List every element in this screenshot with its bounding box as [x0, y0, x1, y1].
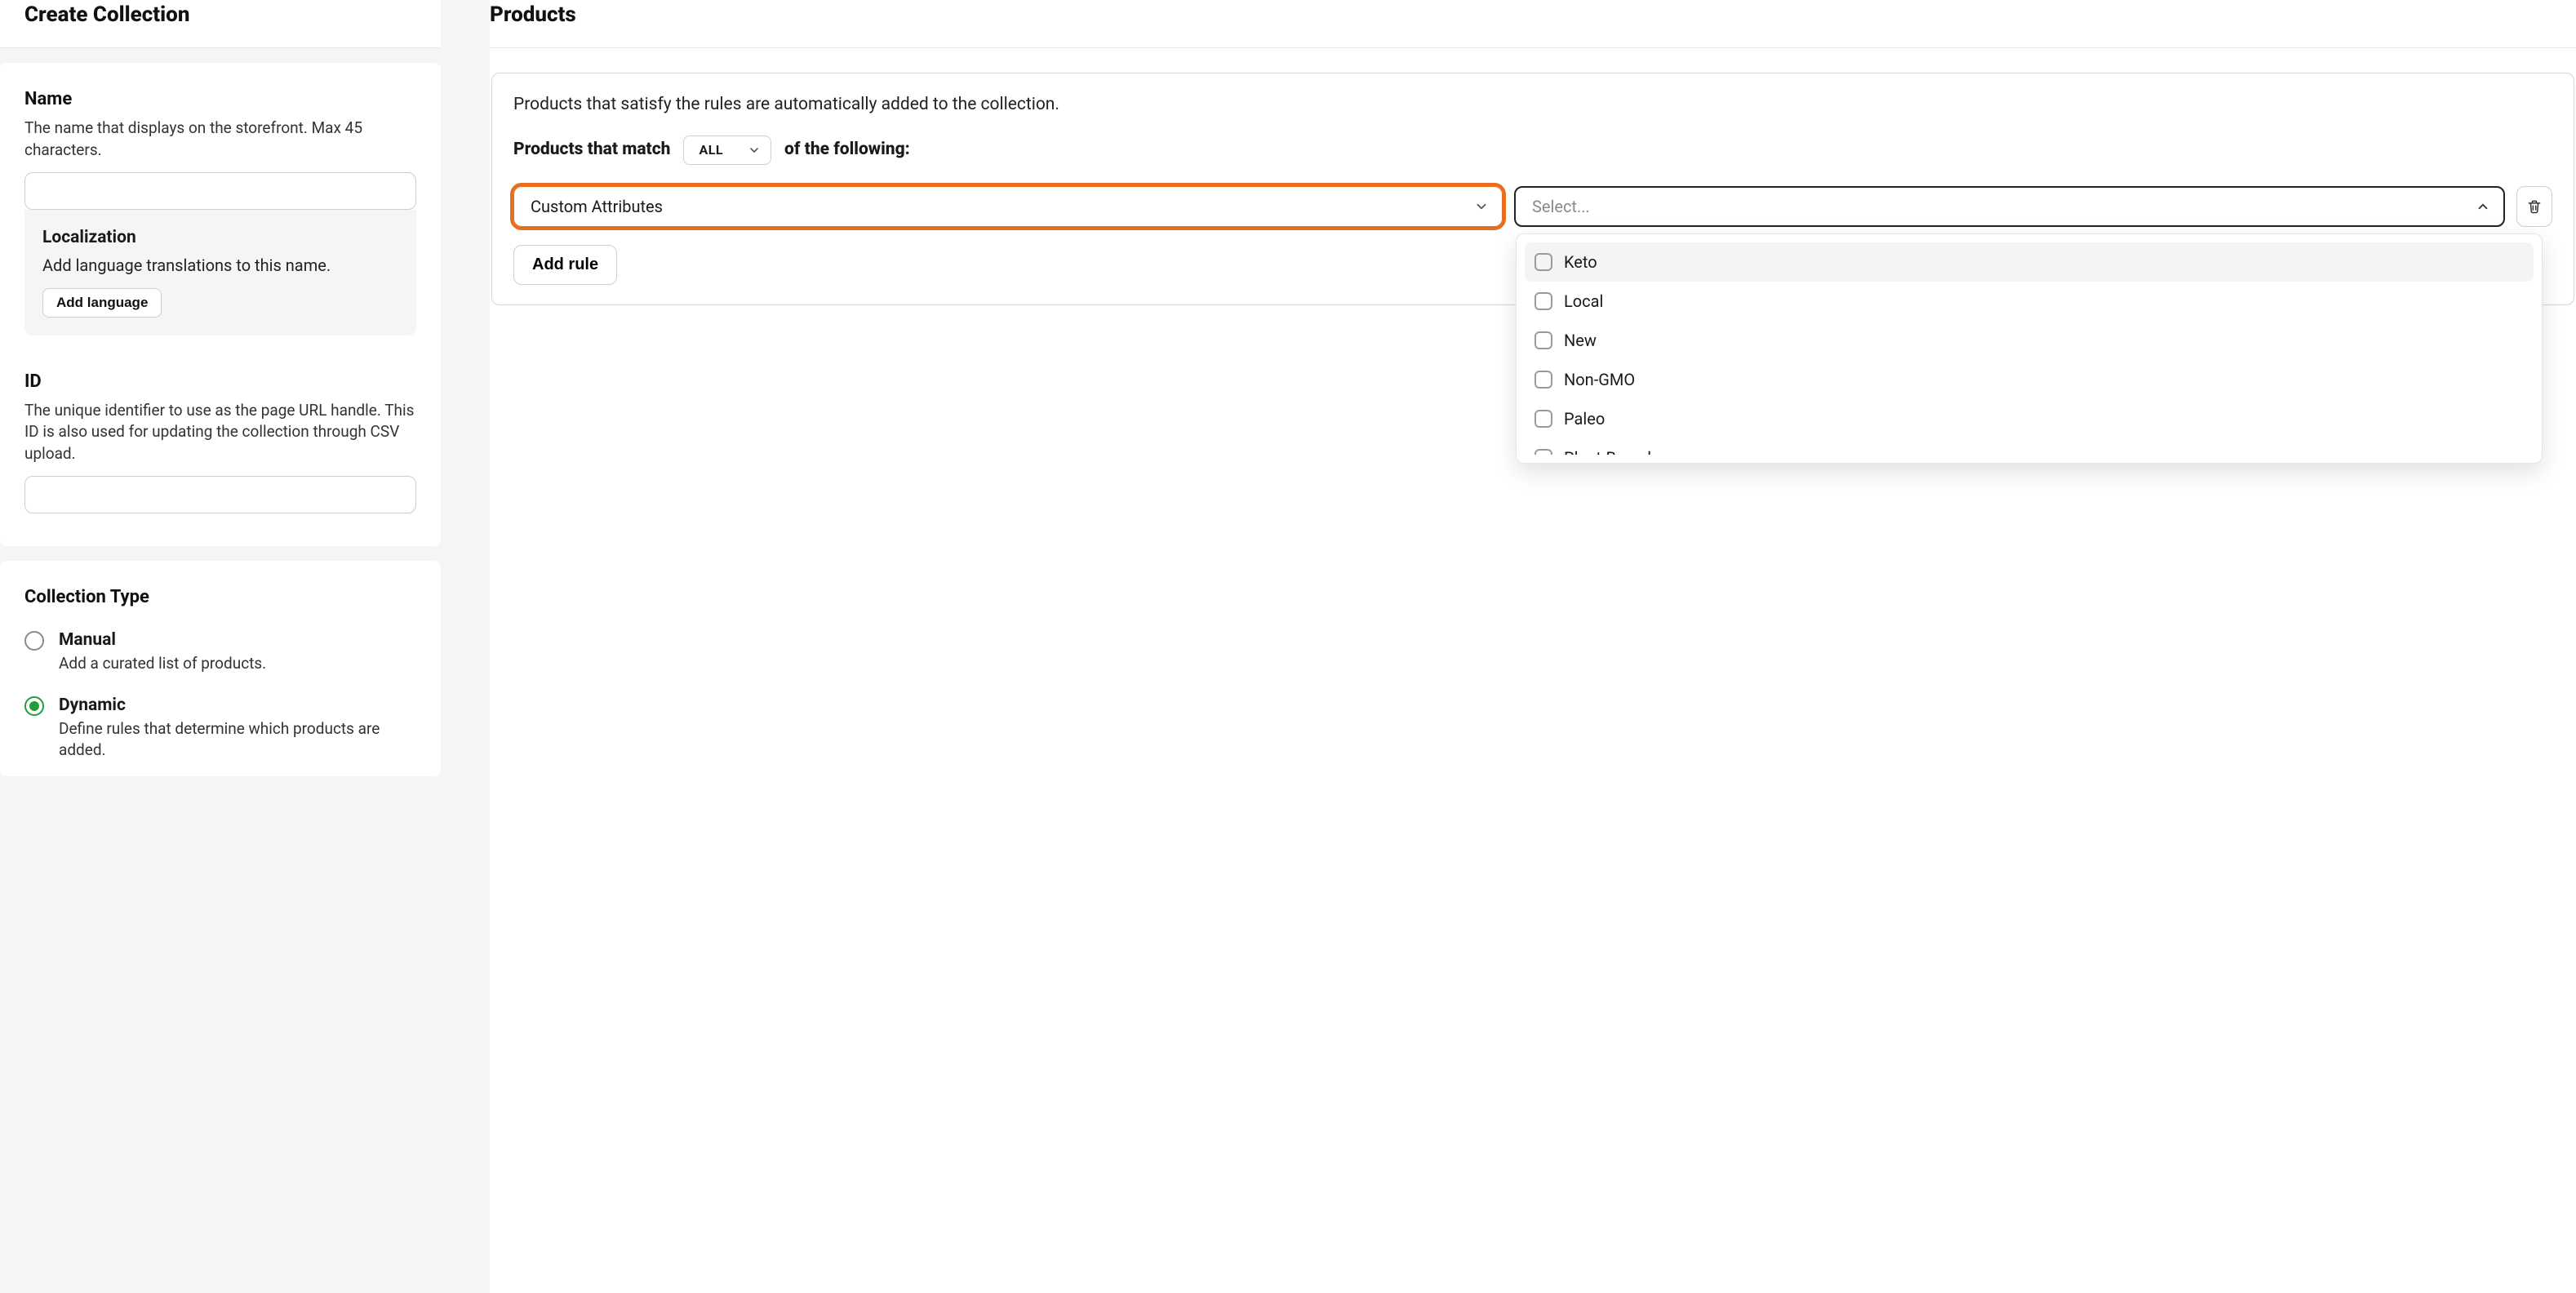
checkbox-icon[interactable] [1534, 292, 1552, 310]
name-label: Name [24, 87, 416, 113]
rule-value-dropdown: Keto Local New [1516, 233, 2543, 464]
radio-checked-icon[interactable] [24, 696, 44, 716]
dropdown-option[interactable]: Plant-Based [1525, 438, 2534, 455]
chevron-down-icon [1474, 199, 1489, 214]
localization-desc: Add language translations to this name. [42, 254, 398, 277]
match-suffix: of the following: [784, 138, 910, 162]
radio-desc: Define rules that determine which produc… [59, 718, 416, 762]
match-mode-value: ALL [699, 141, 723, 159]
add-rule-button[interactable]: Add rule [513, 245, 617, 285]
rule-attribute-select[interactable]: Custom Attributes [513, 186, 1503, 227]
trash-icon [2526, 198, 2543, 215]
products-title: Products [490, 0, 2576, 47]
dropdown-option[interactable]: Paleo [1525, 399, 2534, 438]
dropdown-option-label: Local [1564, 290, 1603, 313]
collection-type-title: Collection Type [24, 585, 416, 611]
rule-attribute-value: Custom Attributes [531, 195, 663, 218]
checkbox-icon[interactable] [1534, 449, 1552, 455]
dropdown-option-label: Paleo [1564, 407, 1605, 430]
rules-card: Products that satisfy the rules are auto… [491, 73, 2574, 305]
delete-rule-button[interactable] [2516, 186, 2552, 227]
id-label: ID [24, 370, 416, 395]
radio-label: Manual [59, 629, 266, 652]
dropdown-option-label: Non-GMO [1564, 368, 1635, 391]
rule-value-placeholder: Select... [1532, 195, 1590, 218]
dropdown-option[interactable]: New [1525, 321, 2534, 360]
dropdown-option-label: New [1564, 329, 1597, 352]
match-mode-select[interactable]: ALL [683, 136, 771, 165]
checkbox-icon[interactable] [1534, 331, 1552, 349]
chevron-up-icon [2476, 199, 2490, 214]
id-input[interactable] [24, 476, 416, 513]
chevron-down-icon [748, 144, 761, 157]
radio-label: Dynamic [59, 694, 416, 718]
radio-desc: Add a curated list of products. [59, 653, 266, 675]
checkbox-icon[interactable] [1534, 371, 1552, 389]
dropdown-option[interactable]: Keto [1525, 242, 2534, 282]
collection-type-option-manual[interactable]: Manual Add a curated list of products. [24, 629, 416, 674]
add-language-button[interactable]: Add language [42, 288, 162, 318]
dropdown-option-label: Plant-Based [1564, 447, 1651, 455]
radio-unchecked-icon[interactable] [24, 631, 44, 651]
checkbox-icon[interactable] [1534, 410, 1552, 428]
dropdown-option[interactable]: Non-GMO [1525, 360, 2534, 399]
id-help: The unique identifier to use as the page… [24, 400, 416, 465]
collection-type-option-dynamic[interactable]: Dynamic Define rules that determine whic… [24, 694, 416, 762]
name-help: The name that displays on the storefront… [24, 118, 416, 161]
dropdown-option-label: Keto [1564, 251, 1597, 273]
match-prefix: Products that match [513, 138, 670, 162]
name-input[interactable] [24, 172, 416, 210]
localization-title: Localization [42, 226, 398, 250]
rule-value-select[interactable]: Select... Keto [1514, 186, 2505, 227]
rules-intro-text: Products that satisfy the rules are auto… [513, 93, 2552, 117]
dropdown-option[interactable]: Local [1525, 282, 2534, 321]
page-title: Create Collection [0, 0, 441, 47]
checkbox-icon[interactable] [1534, 253, 1552, 271]
